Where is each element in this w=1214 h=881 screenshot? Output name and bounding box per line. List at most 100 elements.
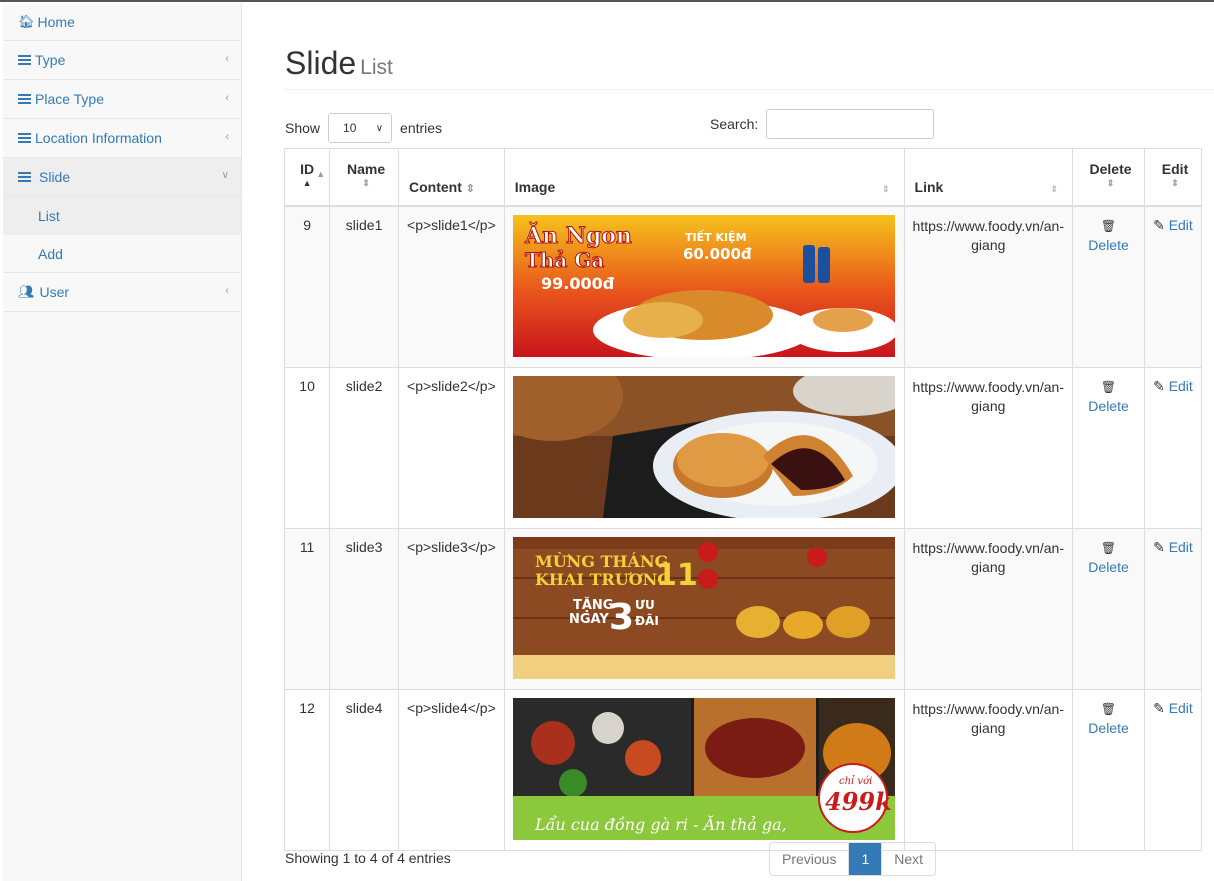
cell-content: <p>slide3</p> <box>398 527 505 690</box>
sidebar-item-label: User <box>39 284 70 300</box>
page-subtitle: List <box>360 56 393 79</box>
chevron-left-icon: ‹ <box>225 53 229 65</box>
table-row: 10 slide2 <p>slide2</p> https://www.food… <box>283 366 1202 529</box>
length-control: Show 10 ∨ entries <box>285 113 442 143</box>
column-header-image[interactable]: Image ⇕ <box>503 148 905 206</box>
column-header-edit[interactable]: Edit ⇕ <box>1144 148 1202 206</box>
svg-text:3: 3 <box>609 597 634 638</box>
sort-icon: ⇕ <box>1106 178 1115 188</box>
sidebar-item-label: Type <box>35 52 66 68</box>
column-header-id[interactable]: ID ▲ ▲ <box>283 148 331 206</box>
cell-name: slide1 <box>329 205 400 368</box>
sidebar-item-user[interactable]: 👥︎ User ‹ <box>3 273 241 312</box>
trash-icon: 🗑︎ <box>1100 379 1117 394</box>
prev-page-button[interactable]: Previous <box>770 843 850 875</box>
cell-name: slide3 <box>329 527 400 690</box>
main-content: Slide List Show 10 ∨ entries Search: ID ▲ ▲… <box>242 3 1214 881</box>
sidebar: 🏠︎ Home Type ‹ Place Type ‹ Location Inf… <box>3 3 242 881</box>
sidebar-subitem-add[interactable]: Add <box>3 235 241 273</box>
chevron-left-icon: ‹ <box>225 285 229 297</box>
top-border <box>0 0 1214 2</box>
svg-text:KHAI TRƯƠNG: KHAI TRƯƠNG <box>535 570 671 589</box>
svg-text:60.000đ: 60.000đ <box>683 245 752 263</box>
search-control: Search: <box>710 109 935 139</box>
cell-id: 10 <box>283 366 331 529</box>
page-button-1[interactable]: 1 <box>849 843 883 875</box>
svg-text:11: 11 <box>656 558 698 593</box>
sidebar-item-home[interactable]: 🏠︎ Home <box>3 3 241 41</box>
bars-icon <box>18 94 31 104</box>
svg-text:chỉ với: chỉ với <box>839 776 872 787</box>
cell-image: MỪNG THÁNG KHAI TRƯƠNG 11 TẶNG NGAY 3 ƯU… <box>503 527 905 690</box>
cell-image: Lẩu cua đồng gà ri - Ăn thả ga, chỉ với … <box>503 688 905 851</box>
entries-select[interactable]: 10 ∨ <box>328 113 393 143</box>
sidebar-subitem-list[interactable]: List <box>3 197 241 235</box>
sort-indicator-icon: ▲ <box>316 169 326 179</box>
sidebar-subitem-label: Add <box>38 245 63 262</box>
pencil-icon: ✎ <box>1153 699 1165 716</box>
edit-action[interactable]: ✎ Edit <box>1144 688 1202 851</box>
slide-image-3: MỪNG THÁNG KHAI TRƯƠNG 11 TẶNG NGAY 3 ƯU… <box>512 536 895 679</box>
home-icon: 🏠︎ <box>18 13 35 29</box>
cell-name: slide2 <box>329 366 400 529</box>
svg-text:NGAY: NGAY <box>569 612 609 627</box>
delete-action[interactable]: 🗑︎ Delete <box>1072 205 1146 368</box>
sort-icon: ⇕ <box>1050 183 1059 194</box>
svg-text:TIẾT KIỆM: TIẾT KIỆM <box>685 229 747 244</box>
search-input[interactable] <box>766 109 935 139</box>
show-label: Show <box>285 120 321 136</box>
column-header-link[interactable]: Link ⇕ <box>903 148 1074 206</box>
bars-icon <box>18 172 31 182</box>
entries-select-value: 10 <box>343 121 357 135</box>
cell-content: <p>slide2</p> <box>398 366 505 529</box>
pagination: Previous 1 Next <box>769 842 937 876</box>
trash-icon: 🗑︎ <box>1100 701 1117 716</box>
cell-image: Ăn Ngon Thả Ga 99.000đ TIẾT KIỆM 60.000đ <box>503 205 905 368</box>
bars-icon <box>18 55 31 65</box>
cell-content: <p>slide4</p> <box>398 688 505 851</box>
sidebar-item-label: Slide <box>39 169 71 185</box>
svg-text:ĐÃI: ĐÃI <box>635 613 659 628</box>
slide-image-4: Lẩu cua đồng gà ri - Ăn thả ga, chỉ với … <box>512 697 895 840</box>
pencil-icon: ✎ <box>1153 377 1165 394</box>
sidebar-item-label: Home <box>37 13 75 30</box>
sidebar-item-type[interactable]: Type ‹ <box>3 41 241 80</box>
trash-icon: 🗑︎ <box>1100 218 1117 233</box>
sidebar-item-place-type[interactable]: Place Type ‹ <box>3 80 241 119</box>
cell-name: slide4 <box>329 688 400 851</box>
svg-text:499k: 499k <box>825 787 892 816</box>
delete-action[interactable]: 🗑︎ Delete <box>1072 527 1146 690</box>
table-info: Showing 1 to 4 of 4 entries <box>285 850 451 866</box>
users-icon: 👥︎ <box>18 284 35 299</box>
table-row: 9 slide1 <p>slide1</p> Ăn Ngon Thả Ga 99… <box>283 205 1202 368</box>
chevron-down-icon: ∨ <box>375 122 384 134</box>
cell-image <box>503 366 905 529</box>
cell-link: https://www.foody.vn/an-giang <box>903 688 1074 851</box>
delete-action[interactable]: 🗑︎ Delete <box>1072 688 1146 851</box>
edit-action[interactable]: ✎ Edit <box>1144 205 1202 368</box>
pencil-icon: ✎ <box>1153 216 1165 233</box>
sort-icon: ⇕ <box>881 183 890 194</box>
search-label: Search: <box>710 116 759 132</box>
svg-text:MỪNG THÁNG: MỪNG THÁNG <box>535 551 668 571</box>
svg-text:Lẩu cua đồng gà ri - Ăn thả ga: Lẩu cua đồng gà ri - Ăn thả ga, <box>534 814 787 834</box>
next-page-button[interactable]: Next <box>882 843 935 875</box>
table-header-row: ID ▲ ▲ Name ⇕ Content ⇕ Image ⇕ Link ⇕ Delete… <box>283 148 1202 206</box>
bars-icon <box>18 133 31 143</box>
cell-link: https://www.foody.vn/an-giang <box>903 205 1074 368</box>
sidebar-item-location[interactable]: Location Information ‹ <box>3 119 241 158</box>
entries-label: entries <box>400 120 443 136</box>
trash-icon: 🗑︎ <box>1100 540 1117 555</box>
sort-icon: ⇕ <box>1171 178 1179 188</box>
column-header-name[interactable]: Name ⇕ <box>329 148 400 206</box>
sidebar-item-slide[interactable]: Slide ∨ <box>3 158 241 197</box>
svg-text:Thả Ga: Thả Ga <box>525 248 604 272</box>
column-header-delete[interactable]: Delete ⇕ <box>1072 148 1146 206</box>
svg-text:ƯU: ƯU <box>635 598 655 612</box>
edit-action[interactable]: ✎ Edit <box>1144 366 1202 529</box>
edit-action[interactable]: ✎ Edit <box>1144 527 1202 690</box>
column-header-content[interactable]: Content ⇕ <box>398 148 505 206</box>
delete-action[interactable]: 🗑︎ Delete <box>1072 366 1146 529</box>
sort-icon: ⇕ <box>362 178 370 188</box>
cell-id: 12 <box>283 688 331 851</box>
